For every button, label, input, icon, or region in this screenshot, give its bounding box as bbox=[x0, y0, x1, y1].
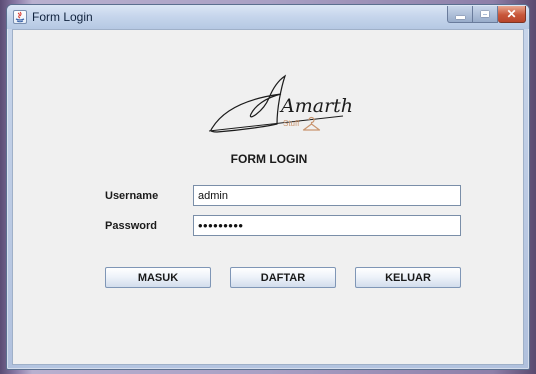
keluar-button[interactable]: KELUAR bbox=[355, 267, 461, 288]
username-input[interactable] bbox=[193, 185, 461, 206]
maximize-button[interactable] bbox=[473, 6, 498, 23]
form-title: FORM LOGIN bbox=[230, 152, 308, 166]
maximize-icon bbox=[481, 11, 489, 17]
username-label: Username bbox=[105, 190, 159, 202]
daftar-button[interactable]: DAFTAR bbox=[230, 267, 336, 288]
window-title: Form Login bbox=[32, 10, 93, 24]
close-icon: ✕ bbox=[506, 7, 517, 21]
masuk-button[interactable]: MASUK bbox=[105, 267, 211, 288]
password-input[interactable] bbox=[193, 215, 461, 236]
minimize-icon bbox=[455, 15, 465, 19]
title-bar[interactable]: Form Login ✕ bbox=[7, 5, 529, 29]
password-label: Password bbox=[105, 220, 157, 232]
logo-tagline-text: Stuff bbox=[283, 119, 300, 128]
minimize-button[interactable] bbox=[447, 6, 473, 23]
java-app-icon bbox=[13, 10, 27, 24]
amartha-logo: Amartha Stuff bbox=[208, 74, 353, 133]
logo-brand-text: Amartha bbox=[279, 95, 353, 117]
login-window: Form Login ✕ Amartha Stuff FORM LOGIN Us… bbox=[6, 4, 530, 370]
close-button[interactable]: ✕ bbox=[498, 6, 526, 23]
form-panel: Amartha Stuff FORM LOGIN Username Passwo… bbox=[12, 29, 524, 365]
